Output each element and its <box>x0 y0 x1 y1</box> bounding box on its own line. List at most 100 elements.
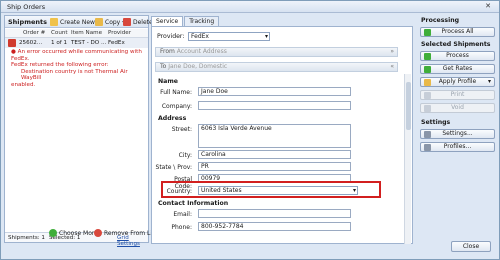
settings-heading: Settings <box>421 119 451 126</box>
process-button[interactable]: Process <box>420 51 495 61</box>
to-label: To <box>160 63 167 70</box>
print-button[interactable]: Print <box>420 90 495 100</box>
get-rates-label: Get Rates <box>442 65 473 72</box>
apply-profile-icon <box>424 79 431 86</box>
from-section-header[interactable]: From Account Address » <box>155 47 398 57</box>
phone-field[interactable]: 800-952-7784 <box>198 222 351 231</box>
printer-icon <box>424 92 431 99</box>
delete-button[interactable]: Delete <box>123 17 153 27</box>
to-section-header[interactable]: To Jane Doe, Domestic « <box>155 62 398 72</box>
company-label: Company: <box>161 103 192 110</box>
column-item-name[interactable]: Item Name <box>71 30 102 36</box>
form-scrollbar[interactable] <box>404 74 411 244</box>
chevron-up-icon: « <box>390 63 394 70</box>
copy-button[interactable]: Copy ▾ <box>95 17 125 27</box>
settings-button[interactable]: Settings... <box>420 129 495 139</box>
address-section-title: Address <box>158 115 187 122</box>
row-order: 25602... <box>19 40 43 46</box>
row-count: 1 of 1 <box>51 40 68 46</box>
contact-section-title: Contact Information <box>158 200 229 207</box>
email-label: Email: <box>173 211 192 218</box>
selected-shipments-heading: Selected Shipments <box>421 41 491 48</box>
shipments-panel: Shipments Create New Copy ▾ Delete Order… <box>4 15 153 247</box>
error-status-icon <box>8 39 16 47</box>
row-item-name: TEST - DO ... <box>71 40 107 46</box>
state-label: State \ Prov: <box>155 164 192 171</box>
void-button[interactable]: Void <box>420 103 495 113</box>
column-count[interactable]: Count <box>51 30 68 36</box>
provider-value: FedEx <box>191 33 209 40</box>
name-section-title: Name <box>158 78 178 85</box>
create-new-label: Create New <box>60 18 95 26</box>
error-line: ● An error occurred while communicating … <box>11 49 142 62</box>
phone-label: Phone: <box>171 224 192 231</box>
close-window-icon[interactable]: ✕ <box>481 2 495 11</box>
remove-icon <box>94 229 102 237</box>
tab-service[interactable]: Service <box>151 16 184 26</box>
title-bar: Ship Orders ✕ <box>1 1 499 13</box>
error-line: Destination country is not Thermal Air W… <box>21 68 128 82</box>
city-field[interactable]: Carolina <box>198 150 351 159</box>
process-icon <box>424 53 431 60</box>
void-icon <box>424 105 431 112</box>
window-title: Ship Orders <box>7 3 46 11</box>
get-rates-icon <box>424 66 431 73</box>
center-tabs: Service Tracking <box>151 16 220 26</box>
shipments-heading: Shipments <box>8 18 47 26</box>
provider-select[interactable]: FedEx ▾ <box>188 32 270 41</box>
settings-label: Settings... <box>442 130 473 137</box>
add-icon <box>49 229 57 237</box>
profiles-icon <box>424 144 431 151</box>
process-all-icon <box>424 29 431 36</box>
remove-from-list-button[interactable]: Remove From List <box>94 229 158 237</box>
choose-more-button[interactable]: Choose More <box>49 229 98 237</box>
create-new-icon <box>50 18 58 26</box>
company-field[interactable] <box>198 101 351 110</box>
apply-profile-button[interactable]: Apply Profile ▾ <box>420 77 495 87</box>
ship-orders-window: Ship Orders ✕ Shipments Create New Copy … <box>0 0 500 260</box>
get-rates-button[interactable]: Get Rates <box>420 64 495 74</box>
error-line: enabled. <box>11 81 36 88</box>
void-label: Void <box>451 104 464 111</box>
state-field[interactable]: PR <box>198 162 351 171</box>
city-label: City: <box>178 152 192 159</box>
process-all-button[interactable]: Process All <box>420 27 495 37</box>
column-provider[interactable]: Provider <box>108 30 131 36</box>
service-panel: Provider: FedEx ▾ From Account Address »… <box>151 26 413 244</box>
shipments-column-header: Order # Count Item Name Provider <box>5 29 148 38</box>
process-all-label: Process All <box>441 28 474 35</box>
delete-label: Delete <box>133 18 153 26</box>
from-value: Account Address <box>176 48 227 55</box>
error-message: ● An error occurred while communicating … <box>11 49 147 89</box>
tab-tracking[interactable]: Tracking <box>184 16 220 26</box>
print-label: Print <box>450 91 465 98</box>
chevron-down-icon: ▾ <box>487 78 491 85</box>
from-label: From <box>160 48 175 55</box>
chevron-down-icon: » <box>390 48 394 55</box>
process-label: Process <box>446 52 469 59</box>
processing-heading: Processing <box>421 17 460 24</box>
country-highlight-box <box>161 181 381 198</box>
error-line: FedEx returned the following error: <box>11 62 109 69</box>
copy-label: Copy <box>105 18 121 26</box>
delete-icon <box>123 18 131 26</box>
table-row[interactable]: 25602... 1 of 1 TEST - DO ... FedEx <box>5 38 148 48</box>
column-order[interactable]: Order # <box>23 30 45 36</box>
apply-profile-label: Apply Profile <box>438 78 477 85</box>
gear-icon <box>424 131 431 138</box>
email-field[interactable] <box>198 209 351 218</box>
chevron-down-icon: ▾ <box>264 33 268 40</box>
full-name-field[interactable]: Jane Doe <box>198 87 351 96</box>
close-button[interactable]: Close <box>451 241 491 252</box>
shipments-count: Shipments: 1 <box>8 235 45 241</box>
create-new-button[interactable]: Create New <box>50 17 95 27</box>
choose-more-label: Choose More <box>59 229 98 237</box>
scrollbar-thumb[interactable] <box>406 82 411 130</box>
profiles-label: Profiles... <box>443 143 472 150</box>
full-name-label: Full Name: <box>160 89 192 96</box>
remove-from-list-label: Remove From List <box>104 229 158 237</box>
to-value: Jane Doe, Domestic <box>168 63 228 70</box>
profiles-button[interactable]: Profiles... <box>420 142 495 152</box>
row-provider: FedEx <box>108 40 125 46</box>
street-field[interactable]: 6063 Isla Verde Avenue <box>198 124 351 148</box>
